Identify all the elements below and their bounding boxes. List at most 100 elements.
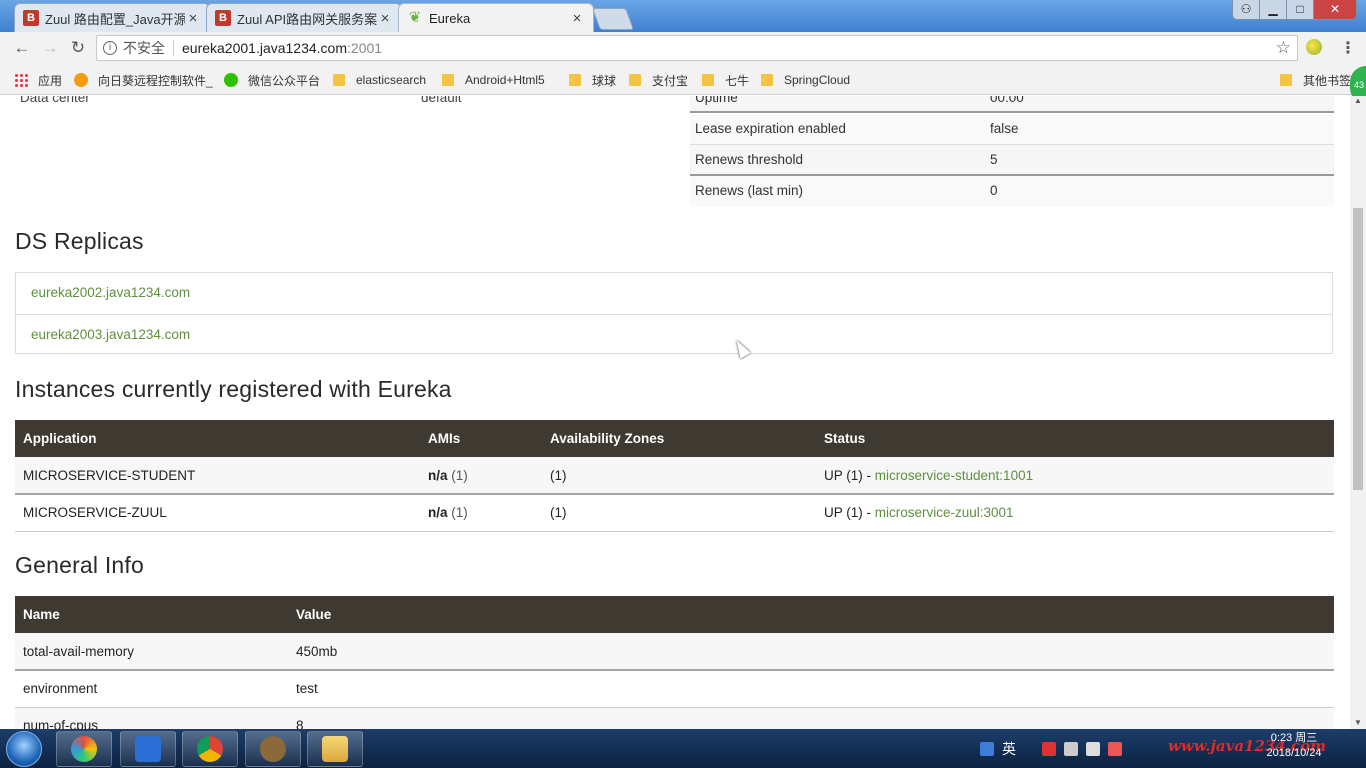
table-row: total-avail-memory 450mb	[15, 633, 1334, 671]
instance-link[interactable]: microservice-zuul:3001	[875, 505, 1014, 520]
clock-time: 0:23 周三	[1270, 732, 1318, 744]
tab-close-icon[interactable]: ×	[377, 10, 393, 27]
bookmark-label: 球球	[592, 73, 617, 88]
info-name: environment	[15, 670, 288, 708]
chrome-icon	[197, 736, 223, 762]
column-header: AMIs	[420, 420, 542, 457]
table-row: MICROSERVICE-STUDENT n/a (1) (1) UP (1) …	[15, 457, 1334, 495]
tray-app-icon[interactable]	[1042, 742, 1056, 756]
status-value: false	[990, 121, 1019, 136]
wps-writer-icon	[135, 736, 161, 762]
amis-count: (1)	[451, 467, 468, 483]
status-value: 00:00	[990, 96, 1024, 105]
folder-icon	[569, 74, 581, 86]
bookmark-elasticsearch[interactable]: elasticsearch	[333, 71, 426, 89]
replica-link[interactable]: eureka2002.java1234.com	[16, 273, 1332, 314]
taskbar-app-explorer[interactable]	[307, 731, 363, 767]
taskbar-app-pinwheel[interactable]	[56, 731, 112, 767]
info-value: test	[288, 670, 1334, 708]
tab-close-icon[interactable]: ×	[569, 10, 585, 27]
back-arrow-icon[interactable]: ←	[12, 38, 32, 58]
folder-icon	[1280, 74, 1292, 86]
bookmark-label: 微信公众平台	[248, 73, 321, 88]
extension-icon[interactable]	[1306, 39, 1322, 55]
scrollbar-thumb[interactable]	[1353, 208, 1363, 490]
bookmark-sunflower[interactable]: 向日葵远程控制软件_	[74, 71, 213, 89]
status-row: Lease expiration enabled false	[690, 114, 1334, 145]
folder-icon	[333, 74, 345, 86]
taskbar-app-tool[interactable]	[245, 731, 301, 767]
bookmark-qiniu[interactable]: 七牛	[702, 71, 749, 89]
sunflower-icon	[74, 73, 88, 87]
column-header: Availability Zones	[542, 420, 816, 457]
vertical-scrollbar[interactable]: ▲ ▼	[1350, 96, 1366, 729]
status-row: Renews threshold 5	[690, 145, 1334, 176]
input-method-icon[interactable]	[980, 742, 994, 756]
bookmark-android-html5[interactable]: Android+Html5	[442, 71, 545, 89]
bookmark-springcloud[interactable]: SpringCloud	[761, 71, 850, 89]
windows-taskbar	[0, 729, 1366, 768]
tray-app-icon[interactable]	[1108, 742, 1122, 756]
tray-app-icon[interactable]	[1086, 742, 1100, 756]
status-key: Renews (last min)	[695, 183, 804, 198]
scroll-down-icon[interactable]: ▼	[1354, 718, 1362, 727]
ds-replicas-list: eureka2002.java1234.com eureka2003.java1…	[15, 272, 1333, 354]
info-value: 8	[288, 707, 1334, 729]
table-row: environment test	[15, 670, 1334, 708]
b-favicon-icon: B	[215, 10, 231, 26]
taskbar-app-wps[interactable]	[120, 731, 176, 767]
zones-cell: (1)	[542, 494, 816, 532]
status-cell: UP (1) - microservice-student:1001	[816, 457, 1334, 495]
start-button[interactable]	[6, 731, 42, 767]
replica-link[interactable]: eureka2003.java1234.com	[16, 314, 1332, 355]
b-favicon-icon: B	[23, 10, 39, 26]
folder-icon	[761, 74, 773, 86]
data-center-value: default	[421, 96, 462, 105]
tab-eureka[interactable]: ❦ Eureka ×	[398, 3, 594, 32]
scroll-up-icon[interactable]: ▲	[1354, 96, 1362, 105]
bookmark-alipay[interactable]: 支付宝	[629, 71, 688, 89]
tab-close-icon[interactable]: ×	[185, 10, 201, 27]
network-icon[interactable]	[1064, 742, 1078, 756]
tab-zuul-routing[interactable]: B Zuul 路由配置_Java开源 ×	[14, 3, 210, 32]
user-profile-icon[interactable]: ⚇	[1232, 0, 1260, 20]
reload-icon[interactable]: ↻	[68, 38, 88, 58]
bookmark-star-icon[interactable]: ☆	[1276, 38, 1291, 58]
column-header: Status	[816, 420, 1334, 457]
status-row: Renews (last min) 0	[690, 176, 1334, 207]
folder-icon	[442, 74, 454, 86]
eureka-dashboard: Data center default Uptime 00:00 Lease e…	[0, 96, 1350, 729]
bookmark-qiuqiu[interactable]: 球球	[569, 71, 616, 89]
bookmark-label: elasticsearch	[356, 73, 427, 87]
amis-cell: n/a (1)	[420, 457, 542, 495]
instances-heading: Instances currently registered with Eure…	[15, 376, 452, 402]
tab-title: Zuul 路由配置_Java开源	[45, 11, 185, 27]
instances-table: Application AMIs Availability Zones Stat…	[15, 420, 1334, 532]
taskbar-app-chrome[interactable]	[182, 731, 238, 767]
system-clock[interactable]: 0:23 周三 2018/10/24	[1256, 731, 1332, 761]
bookmark-label: 七牛	[725, 73, 750, 88]
bookmark-wechat[interactable]: 微信公众平台	[224, 71, 320, 89]
column-header: Value	[288, 596, 1334, 633]
info-icon[interactable]: i	[103, 41, 117, 55]
language-indicator[interactable]: 英	[1002, 739, 1016, 759]
tab-title: Eureka	[429, 10, 471, 26]
security-label: 不安全	[123, 40, 165, 56]
status-row-uptime: Uptime 00:00	[690, 96, 1334, 113]
amis-value: n/a	[428, 467, 448, 483]
system-tray: 英	[980, 734, 1122, 764]
tab-zuul-api-gateway[interactable]: B Zuul API路由网关服务案 ×	[206, 3, 402, 32]
window-close-button[interactable]: ✕	[1313, 0, 1357, 20]
spring-leaf-icon: ❦	[408, 9, 422, 26]
instance-link[interactable]: microservice-student:1001	[875, 468, 1033, 483]
new-tab-button[interactable]	[591, 8, 635, 30]
maximize-button[interactable]: □	[1286, 0, 1314, 20]
forward-arrow-icon[interactable]: →	[40, 38, 60, 58]
browser-toolbar: ← → ↻ i 不安全 eureka2001.java1234.com:2001…	[0, 32, 1366, 64]
gear-tool-icon	[260, 736, 286, 762]
bookmark-apps[interactable]: 应用	[14, 71, 62, 89]
menu-icon[interactable]: ⋮	[1340, 38, 1356, 58]
minimize-button[interactable]: ▁	[1259, 0, 1287, 20]
address-bar[interactable]: i 不安全 eureka2001.java1234.com:2001 ☆	[96, 35, 1298, 61]
bookmark-other[interactable]: 其他书签	[1280, 71, 1351, 89]
